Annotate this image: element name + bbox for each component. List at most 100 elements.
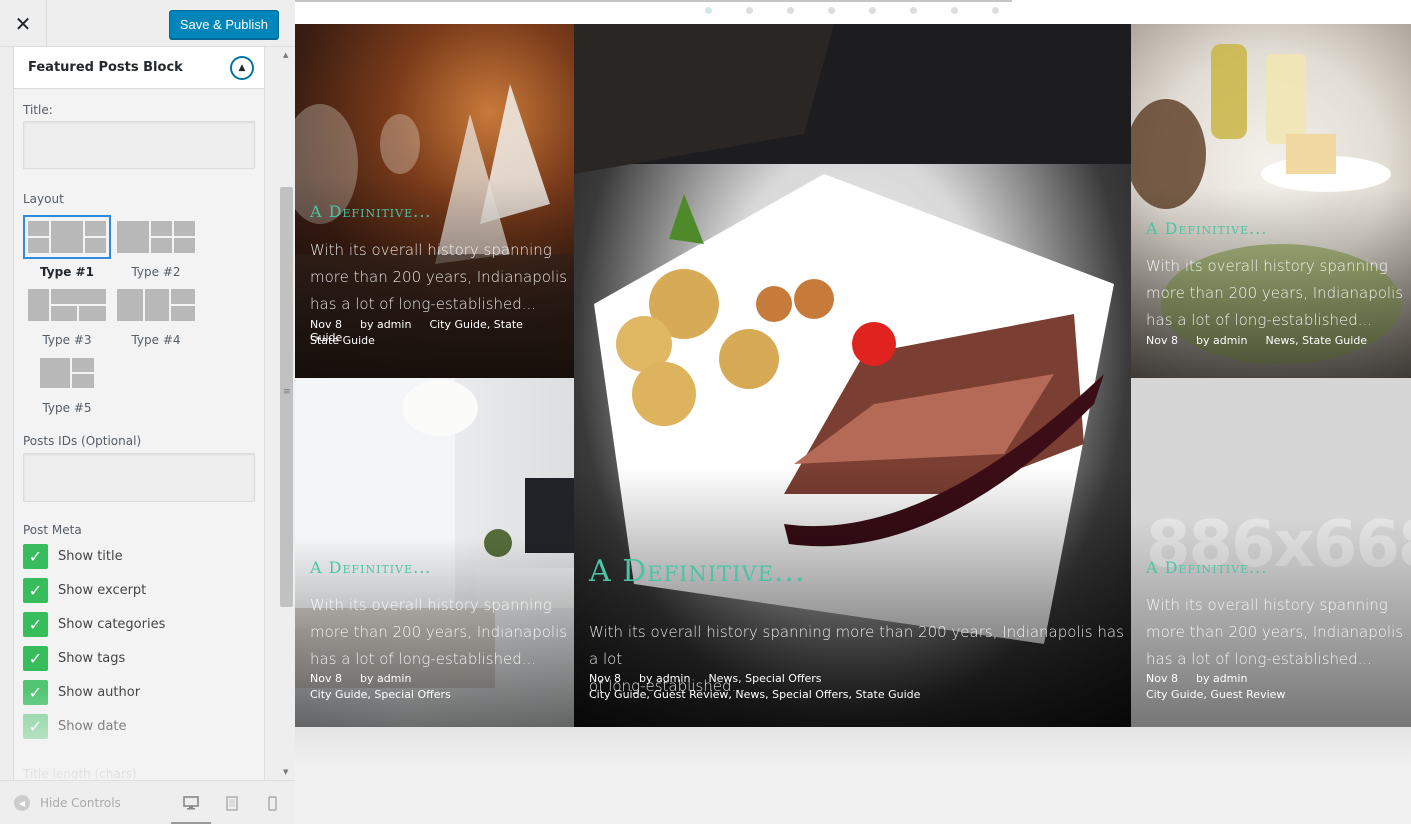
top-divider xyxy=(295,0,1012,2)
post-categories[interactable]: News, Special Offers xyxy=(708,672,821,685)
post-ids-label: Posts IDs (Optional) xyxy=(23,434,142,448)
show-author-checkbox[interactable]: ✓ Show author xyxy=(23,679,140,705)
slider-dot[interactable] xyxy=(992,7,999,14)
post-card[interactable]: 886x668 A Definitive... With its overall… xyxy=(1131,378,1411,727)
show-excerpt-checkbox[interactable]: ✓ Show excerpt xyxy=(23,577,146,603)
show-excerpt-label: Show excerpt xyxy=(58,582,147,598)
grip-icon: ≡ xyxy=(283,387,291,397)
post-date: Nov 8 xyxy=(310,318,342,331)
show-title-checkbox[interactable]: ✓ Show title xyxy=(23,543,123,569)
post-author[interactable]: by admin xyxy=(639,672,690,685)
post-title[interactable]: A Definitive... xyxy=(310,558,431,577)
layout-type-2-icon xyxy=(117,221,195,253)
title-label: Title: xyxy=(23,103,53,117)
post-card-featured[interactable]: A Definitive... With its overall history… xyxy=(574,24,1131,727)
post-title[interactable]: A Definitive... xyxy=(1146,558,1267,577)
post-author[interactable]: by admin xyxy=(1196,334,1247,347)
show-categories-checkbox[interactable]: ✓ Show categories xyxy=(23,611,165,637)
hide-controls-button[interactable]: ◀ Hide Controls xyxy=(14,795,121,811)
close-button[interactable]: ✕ xyxy=(0,0,47,47)
post-title[interactable]: A Definitive... xyxy=(310,202,431,221)
section-title: Featured Posts Block xyxy=(28,60,183,75)
layout-type-1-label: Type #1 xyxy=(40,265,94,279)
slider-dot[interactable] xyxy=(828,7,835,14)
checkmark-icon: ✓ xyxy=(23,543,48,569)
show-categories-label: Show categories xyxy=(58,616,166,632)
scrollbar-thumb[interactable]: ≡ xyxy=(280,187,293,607)
layout-type-3-label: Type #3 xyxy=(42,333,92,347)
close-icon: ✕ xyxy=(14,11,32,36)
checkmark-icon: ✓ xyxy=(23,645,48,671)
layout-type-5-icon xyxy=(40,358,94,388)
slider-dot[interactable] xyxy=(705,7,712,14)
layout-type-5-label: Type #5 xyxy=(42,401,92,415)
tablet-preview-button[interactable] xyxy=(222,793,242,813)
layout-type-3-thumb xyxy=(23,283,111,327)
title-input[interactable] xyxy=(23,121,255,169)
layout-type-2-label: Type #2 xyxy=(131,265,181,279)
layout-option-type-1[interactable]: Type #1 xyxy=(23,215,111,279)
post-excerpt: With its overall history spanning more th… xyxy=(310,241,568,313)
post-date: Nov 8 xyxy=(310,672,342,685)
show-tags-label: Show tags xyxy=(58,650,126,666)
post-excerpt: With its overall history spanning more th… xyxy=(310,596,568,668)
post-categories-line[interactable]: State Guide xyxy=(310,334,375,347)
checkmark-icon: ✓ xyxy=(23,713,48,739)
post-categories-line[interactable]: City Guide, Special Offers xyxy=(310,688,451,701)
post-author[interactable]: by admin xyxy=(1196,672,1247,685)
slider-dot[interactable] xyxy=(951,7,958,14)
post-title[interactable]: A Definitive... xyxy=(589,554,806,589)
post-date: Nov 8 xyxy=(1146,334,1178,347)
scroll-down-icon[interactable]: ▼ xyxy=(283,768,288,776)
post-author[interactable]: by admin xyxy=(360,672,411,685)
post-meta: Nov 8 by admin xyxy=(1146,672,1265,685)
sidebar-scrollbar[interactable]: ▲ ≡ ▼ xyxy=(278,47,295,780)
layout-type-5-thumb xyxy=(23,351,111,395)
slider-dot[interactable] xyxy=(910,7,917,14)
slider-dot[interactable] xyxy=(787,7,794,14)
layout-type-3-icon xyxy=(28,289,106,321)
post-card[interactable]: A Definitive... With its overall history… xyxy=(1131,24,1411,378)
show-date-label: Show date xyxy=(58,718,127,734)
slider-dots-strip xyxy=(295,0,1411,24)
slider-dot[interactable] xyxy=(746,7,753,14)
layout-type-4-icon xyxy=(117,289,195,321)
post-categories[interactable]: News, State Guide xyxy=(1265,334,1367,347)
show-date-checkbox[interactable]: ✓ Show date xyxy=(23,713,127,739)
show-author-label: Show author xyxy=(58,684,141,700)
post-meta-label: Post Meta xyxy=(23,523,82,537)
post-author[interactable]: by admin xyxy=(360,318,411,331)
post-ids-input[interactable] xyxy=(23,453,255,502)
layout-label: Layout xyxy=(23,192,64,206)
post-meta: Nov 8 by admin News, State Guide xyxy=(1146,334,1385,347)
checkmark-icon: ✓ xyxy=(23,679,48,705)
show-tags-checkbox[interactable]: ✓ Show tags xyxy=(23,645,125,671)
post-title[interactable]: A Definitive... xyxy=(1146,219,1267,238)
layout-option-type-4[interactable]: Type #4 xyxy=(112,283,200,347)
collapse-button[interactable]: ▲ xyxy=(230,56,254,80)
scroll-up-icon[interactable]: ▲ xyxy=(283,51,288,59)
layout-type-1-thumb xyxy=(23,215,111,259)
collapse-left-icon: ◀ xyxy=(14,795,30,811)
layout-type-4-label: Type #4 xyxy=(131,333,181,347)
post-date: Nov 8 xyxy=(1146,672,1178,685)
post-card[interactable]: A Definitive... With its overall history… xyxy=(295,378,574,727)
layout-option-type-5[interactable]: Type #5 xyxy=(23,351,111,415)
chevron-up-icon: ▲ xyxy=(238,63,246,73)
sidebar-header: ✕ Save & Publish xyxy=(0,0,295,47)
layout-option-type-3[interactable]: Type #3 xyxy=(23,283,111,347)
desktop-icon xyxy=(183,796,199,810)
post-card[interactable]: A Definitive... With its overall history… xyxy=(295,24,574,378)
post-meta: Nov 8 by admin xyxy=(310,672,429,685)
desktop-preview-button[interactable] xyxy=(181,793,201,813)
tablet-icon xyxy=(226,795,238,811)
post-categories-line[interactable]: City Guide, Guest Review, News, Special … xyxy=(589,688,920,701)
save-publish-button[interactable]: Save & Publish xyxy=(168,10,279,39)
post-categories-line[interactable]: City Guide, Guest Review xyxy=(1146,688,1285,701)
mobile-preview-button[interactable] xyxy=(262,793,282,813)
checkmark-icon: ✓ xyxy=(23,577,48,603)
slider-dot[interactable] xyxy=(869,7,876,14)
customizer-sidebar: ✕ Save & Publish Featured Posts Block ▲ … xyxy=(0,0,295,824)
mobile-icon xyxy=(267,795,277,811)
layout-option-type-2[interactable]: Type #2 xyxy=(112,215,200,279)
